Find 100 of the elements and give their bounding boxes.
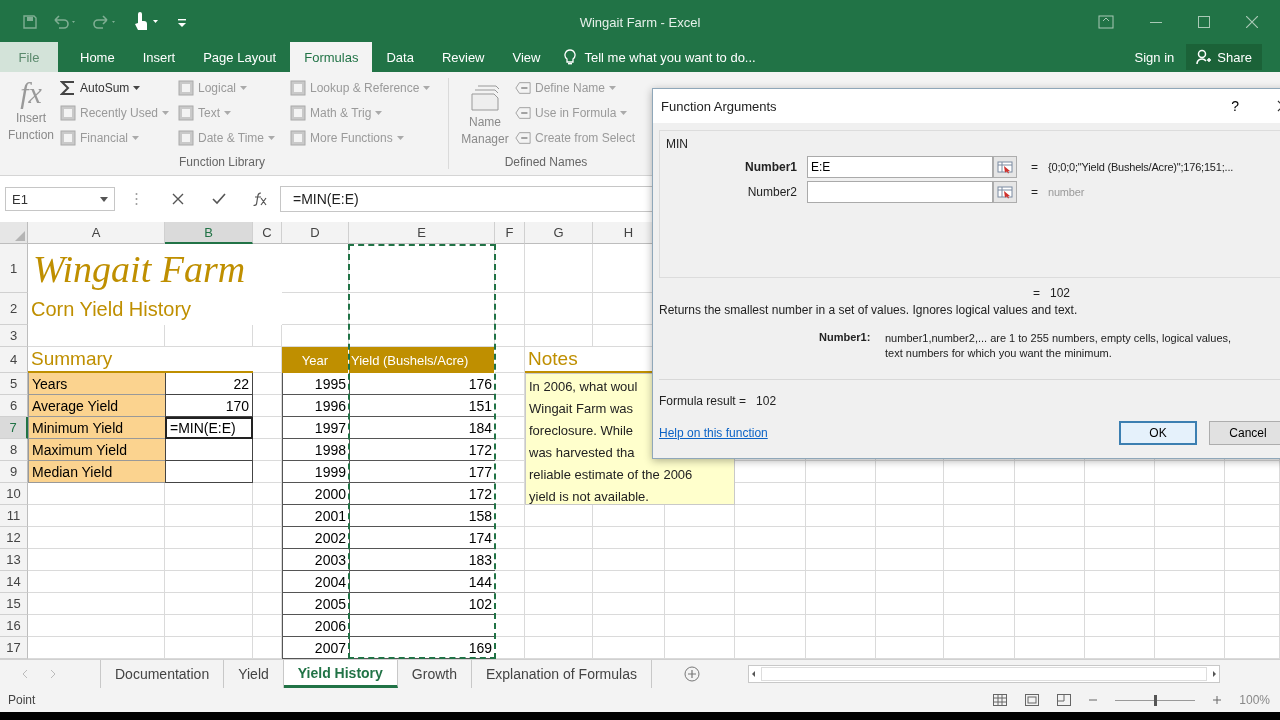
grid-cell[interactable]	[876, 483, 944, 505]
grid-cell[interactable]	[806, 571, 876, 593]
grid-cell[interactable]	[525, 571, 593, 593]
grid-cell[interactable]	[1085, 483, 1155, 505]
grid-cell[interactable]	[165, 593, 253, 615]
column-header[interactable]: B	[165, 222, 253, 244]
insert-function-icon[interactable]	[252, 192, 268, 206]
grid-cell[interactable]	[1155, 527, 1225, 549]
grid-cell[interactable]	[1155, 593, 1225, 615]
zoom-thumb[interactable]	[1154, 694, 1158, 706]
grid-cell[interactable]	[806, 615, 876, 637]
grid-cell[interactable]	[1085, 593, 1155, 615]
row-header[interactable]: 5	[0, 373, 28, 395]
grid-cell[interactable]	[1015, 505, 1085, 527]
grid-cell[interactable]	[1225, 505, 1280, 527]
column-header[interactable]: F	[495, 222, 525, 244]
argument-field[interactable]: E:E	[807, 156, 993, 178]
zoom-in-icon[interactable]	[1213, 696, 1222, 704]
grid-cell[interactable]	[806, 461, 876, 483]
ribbon-display-icon[interactable]	[1098, 15, 1114, 29]
grid-cell[interactable]	[525, 593, 593, 615]
column-header[interactable]: G	[525, 222, 593, 244]
ribbon-tab[interactable]: View	[498, 42, 555, 72]
grid-cell[interactable]	[495, 293, 525, 325]
ribbon-tab[interactable]: Page Layout	[189, 42, 291, 72]
grid-cell[interactable]	[876, 505, 944, 527]
grid-cell[interactable]	[1085, 549, 1155, 571]
grid-cell[interactable]	[1225, 461, 1280, 483]
grid-cell[interactable]	[1155, 549, 1225, 571]
ribbon-tab[interactable]: Review	[427, 42, 499, 72]
name-box[interactable]: E1	[5, 187, 115, 211]
row-header[interactable]: 7	[0, 417, 28, 439]
column-header[interactable]: E	[349, 222, 495, 244]
grid-cell[interactable]	[349, 293, 495, 325]
column-header[interactable]: C	[253, 222, 282, 244]
grid-cell[interactable]	[593, 615, 665, 637]
row-header[interactable]: 2	[0, 293, 28, 325]
grid-cell[interactable]	[944, 593, 1015, 615]
grid-cell[interactable]	[1225, 549, 1280, 571]
grid-cell[interactable]	[1225, 527, 1280, 549]
ribbon-tab[interactable]: Formulas	[290, 42, 373, 72]
grid-cell[interactable]	[165, 615, 253, 637]
ribbon-tab[interactable]: Insert	[128, 42, 190, 72]
grid-cell[interactable]	[1225, 571, 1280, 593]
row-header[interactable]: 14	[0, 571, 28, 593]
grid-cell[interactable]	[1015, 593, 1085, 615]
grid-cell[interactable]	[806, 505, 876, 527]
grid-cell[interactable]	[1015, 483, 1085, 505]
page-layout-icon[interactable]	[1025, 694, 1040, 706]
grid-cell[interactable]	[1085, 527, 1155, 549]
horizontal-scrollbar[interactable]	[747, 665, 1220, 683]
row-header[interactable]: 11	[0, 505, 28, 527]
checkmark-icon[interactable]	[212, 193, 226, 205]
grid-cell[interactable]	[944, 549, 1015, 571]
grid-cell[interactable]	[1155, 571, 1225, 593]
grid-cell[interactable]	[593, 571, 665, 593]
grid-cell[interactable]	[806, 483, 876, 505]
grid-cell[interactable]	[1085, 571, 1155, 593]
row-header[interactable]: 16	[0, 615, 28, 637]
grid-cell[interactable]	[593, 527, 665, 549]
grid-cell[interactable]	[1085, 615, 1155, 637]
grid-cell[interactable]	[735, 615, 806, 637]
help-link[interactable]: Help on this function	[659, 426, 768, 440]
grid-cell[interactable]	[1155, 615, 1225, 637]
grid-cell[interactable]	[1015, 549, 1085, 571]
page-break-icon[interactable]	[1057, 694, 1072, 706]
row-header[interactable]: 10	[0, 483, 28, 505]
grid-cell[interactable]	[28, 615, 165, 637]
grid-cell[interactable]	[735, 593, 806, 615]
dialog-button[interactable]: Cancel	[1209, 421, 1280, 445]
row-header[interactable]: 17	[0, 637, 28, 659]
row-header[interactable]: 4	[0, 347, 28, 373]
grid-cell[interactable]	[1225, 483, 1280, 505]
row-header[interactable]: 13	[0, 549, 28, 571]
grid-cell[interactable]	[1155, 483, 1225, 505]
sheet-tab[interactable]: Yield History	[283, 660, 398, 688]
grid-cell[interactable]	[1085, 505, 1155, 527]
grid-cell[interactable]	[165, 571, 253, 593]
grid-cell[interactable]	[665, 527, 735, 549]
tell-me-field[interactable]: Tell me what you want to do...	[582, 48, 777, 66]
collapse-dialog-icon[interactable]	[993, 156, 1017, 178]
column-header[interactable]: D	[282, 222, 349, 244]
row-header[interactable]: 9	[0, 461, 28, 483]
dialog-button[interactable]: OK	[1119, 421, 1197, 445]
grid-cell[interactable]	[876, 593, 944, 615]
grid-cell[interactable]	[876, 571, 944, 593]
grid-cell[interactable]	[944, 571, 1015, 593]
grid-cell[interactable]	[165, 527, 253, 549]
grid-cell[interactable]	[593, 593, 665, 615]
grid-cell[interactable]	[806, 527, 876, 549]
argument-field[interactable]	[807, 181, 993, 203]
active-cell[interactable]: =MIN(E:E)	[165, 417, 253, 439]
column-header[interactable]: A	[28, 222, 165, 244]
row-header[interactable]: 12	[0, 527, 28, 549]
grid-cell[interactable]	[495, 325, 525, 347]
grid-cell[interactable]	[28, 505, 165, 527]
grid-cell[interactable]	[876, 527, 944, 549]
grid-cell[interactable]	[28, 571, 165, 593]
share-button[interactable]: Share	[1186, 44, 1262, 70]
grid-cell[interactable]	[282, 293, 349, 325]
